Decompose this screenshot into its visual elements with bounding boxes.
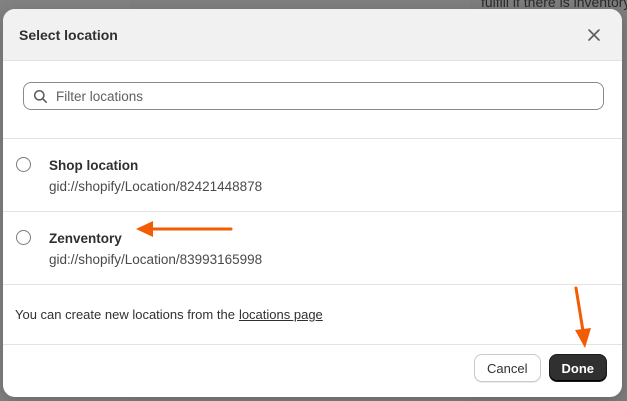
select-location-modal: Select location Shop location gid://shop…	[3, 9, 622, 397]
filter-locations-input[interactable]	[54, 87, 603, 105]
close-button[interactable]	[582, 23, 606, 47]
search-icon	[33, 89, 47, 103]
locations-page-link[interactable]: locations page	[239, 307, 323, 322]
modal-title: Select location	[19, 26, 118, 43]
radio-zenventory[interactable]	[16, 230, 31, 245]
modal-header: Select location	[3, 9, 622, 61]
modal-actions: Cancel Done	[474, 354, 607, 382]
location-name: Shop location	[49, 158, 139, 173]
filter-locations-field[interactable]	[23, 82, 604, 110]
location-option-shop-location[interactable]: Shop location gid://shopify/Location/824…	[3, 139, 622, 212]
location-id: gid://shopify/Location/82421448878	[49, 179, 263, 194]
note-text: You can create new locations from the	[15, 307, 235, 322]
location-option-zenventory[interactable]: Zenventory gid://shopify/Location/839931…	[3, 212, 622, 285]
done-button[interactable]: Done	[548, 354, 607, 382]
search-section	[3, 61, 622, 139]
location-id: gid://shopify/Location/83993165998	[49, 252, 263, 267]
create-locations-note: You can create new locations from the lo…	[3, 285, 622, 345]
radio-shop-location[interactable]	[16, 157, 31, 172]
cancel-button[interactable]: Cancel	[474, 354, 541, 382]
location-name: Zenventory	[49, 231, 122, 246]
close-icon	[588, 28, 600, 41]
